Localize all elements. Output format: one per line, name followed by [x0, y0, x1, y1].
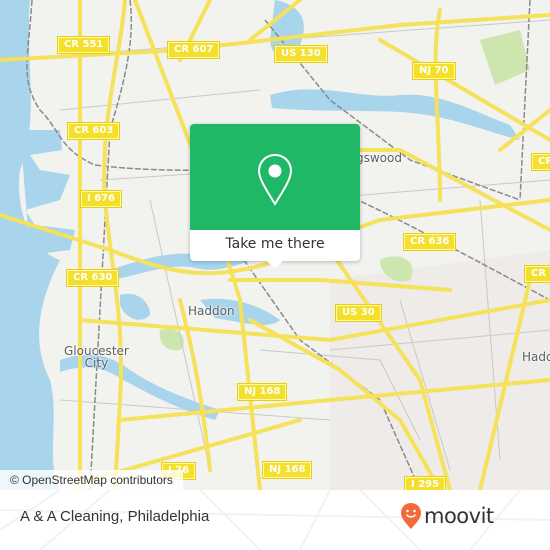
- popup-header: [190, 124, 360, 230]
- moovit-logo[interactable]: moovit: [400, 502, 494, 530]
- road-shield-cr-east-2: CR: [523, 265, 550, 283]
- moovit-wordmark: moovit: [424, 504, 494, 528]
- place-title: A & A Cleaning, Philadelphia: [20, 508, 210, 525]
- road-shield-cr603: CR 603: [66, 122, 121, 140]
- road-shield-cr636: CR 636: [402, 233, 457, 251]
- map-attribution[interactable]: © OpenStreetMap contributors: [0, 470, 183, 490]
- road-shield-us130: US 130: [274, 45, 328, 63]
- road-shield-nj70: NJ 70: [412, 62, 456, 80]
- road-shield-cr-east-1: CR: [530, 153, 550, 171]
- road-shield-cr630: CR 630: [65, 269, 120, 287]
- map-view[interactable]: CR 551 CR 607 US 130 NJ 70 CR 603 I 676 …: [0, 0, 550, 490]
- road-shield-nj168: NJ 168: [236, 383, 288, 401]
- place-label-gloucester-city: Gloucester City: [64, 344, 129, 370]
- take-me-there-button[interactable]: Take me there: [190, 230, 360, 261]
- park-1: [480, 30, 530, 85]
- place-label-haddonfield: Hadd: [522, 350, 550, 364]
- map-widget: CR 551 CR 607 US 130 NJ 70 CR 603 I 676 …: [0, 0, 550, 550]
- map-pin-icon: [257, 153, 293, 206]
- road-shield-i676: I 676: [79, 190, 123, 208]
- road-shield-nj168-south: NJ 168: [261, 461, 313, 479]
- footer-bar: A & A Cleaning, Philadelphia moovit: [0, 490, 550, 550]
- moovit-pin-icon: [401, 503, 421, 529]
- popup-pointer: [267, 261, 283, 269]
- place-label-collingswood: gswood: [356, 151, 402, 165]
- road-shield-cr551: CR 551: [56, 36, 111, 54]
- road-shield-us30: US 30: [335, 304, 382, 322]
- road-shield-i295: I 295: [403, 476, 447, 490]
- road-shield-cr607: CR 607: [166, 41, 221, 59]
- location-popup: Take me there: [190, 124, 360, 269]
- place-label-haddon: Haddon: [188, 304, 235, 318]
- park-3: [159, 329, 184, 351]
- lake-gloucester: [120, 293, 150, 320]
